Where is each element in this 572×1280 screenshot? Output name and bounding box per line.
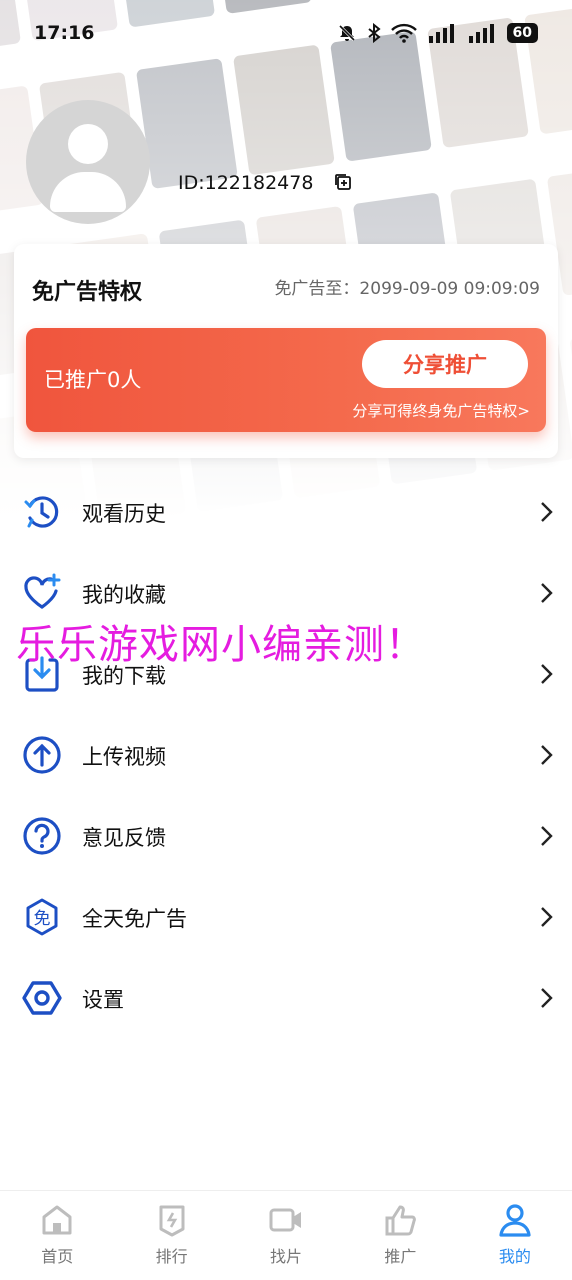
tab-mine[interactable]: 我的 — [458, 1191, 572, 1280]
share-promo-button[interactable]: 分享推广 — [362, 340, 528, 388]
tab-label: 首页 — [41, 1247, 74, 1266]
thumbs-up-icon — [385, 1205, 417, 1236]
tab-label: 排行 — [155, 1247, 188, 1266]
copy-icon[interactable] — [334, 173, 352, 191]
chevron-right-icon — [541, 583, 553, 603]
menu-item-no-ads[interactable]: 免 全天免广告 — [0, 877, 572, 958]
history-icon — [24, 496, 59, 528]
menu-label: 我的收藏 — [82, 582, 166, 607]
vip-card: 免广告特权 免广告至：2099-09-09 09:09:09 已推广0人 分享推… — [14, 244, 558, 458]
signal-icon — [428, 24, 454, 43]
settings-icon — [22, 981, 62, 1015]
svg-text:免: 免 — [34, 909, 51, 929]
upload-icon — [23, 736, 61, 774]
menu-list: 观看历史 我的收藏 我的下载 上传视频 意见反馈 免 全天免广告 设置 — [0, 472, 572, 1039]
tab-label: 推广 — [384, 1247, 417, 1266]
chevron-right-icon — [541, 664, 553, 684]
bottom-tab-bar: 首页 排行 找片 推广 我的 — [0, 1190, 572, 1280]
chevron-right-icon — [541, 988, 553, 1008]
menu-item-history[interactable]: 观看历史 — [0, 472, 572, 553]
menu-item-settings[interactable]: 设置 — [0, 958, 572, 1039]
question-icon — [23, 817, 61, 855]
rank-icon — [159, 1205, 185, 1237]
menu-label: 观看历史 — [82, 501, 166, 526]
heart-plus-icon — [24, 573, 61, 609]
battery-level: 60 — [506, 23, 538, 43]
no-ads-icon: 免 — [26, 898, 58, 936]
chevron-right-icon — [541, 502, 553, 522]
signal-icon — [468, 24, 494, 43]
user-icon — [499, 1204, 531, 1237]
video-icon — [269, 1208, 302, 1232]
bluetooth-icon — [367, 23, 381, 43]
chevron-right-icon — [541, 907, 553, 927]
menu-label: 上传视频 — [82, 744, 166, 769]
promo-banner: 已推广0人 分享推广 分享可得终身免广告特权> — [26, 328, 546, 432]
menu-label: 全天免广告 — [82, 906, 187, 931]
vip-expire-date: 免广告至：2099-09-09 09:09:09 — [274, 279, 540, 299]
promo-count: 已推广0人 — [44, 368, 142, 392]
watermark-text: 乐乐游戏网小编亲测！ — [16, 622, 426, 668]
chevron-right-icon — [541, 745, 553, 765]
tab-label: 找片 — [270, 1247, 303, 1266]
tab-find-video[interactable]: 找片 — [229, 1191, 343, 1280]
menu-item-feedback[interactable]: 意见反馈 — [0, 796, 572, 877]
promo-tip-link[interactable]: 分享可得终身免广告特权> — [352, 400, 530, 421]
chevron-right-icon — [541, 826, 553, 846]
menu-label: 意见反馈 — [82, 825, 166, 850]
tab-home[interactable]: 首页 — [0, 1191, 114, 1280]
mute-icon — [338, 24, 355, 42]
menu-label: 设置 — [82, 987, 124, 1012]
tab-rank[interactable]: 排行 — [114, 1191, 228, 1280]
wifi-icon — [390, 23, 417, 43]
user-id: ID:122182478 — [178, 172, 314, 194]
status-bar: 17:16 60 — [0, 0, 572, 66]
home-icon — [42, 1205, 72, 1235]
vip-title: 免广告特权 — [32, 280, 143, 305]
status-time: 17:16 — [34, 22, 95, 44]
tab-promote[interactable]: 推广 — [343, 1191, 457, 1280]
avatar[interactable] — [26, 100, 150, 224]
tab-label: 我的 — [498, 1247, 531, 1266]
menu-item-upload[interactable]: 上传视频 — [0, 715, 572, 796]
